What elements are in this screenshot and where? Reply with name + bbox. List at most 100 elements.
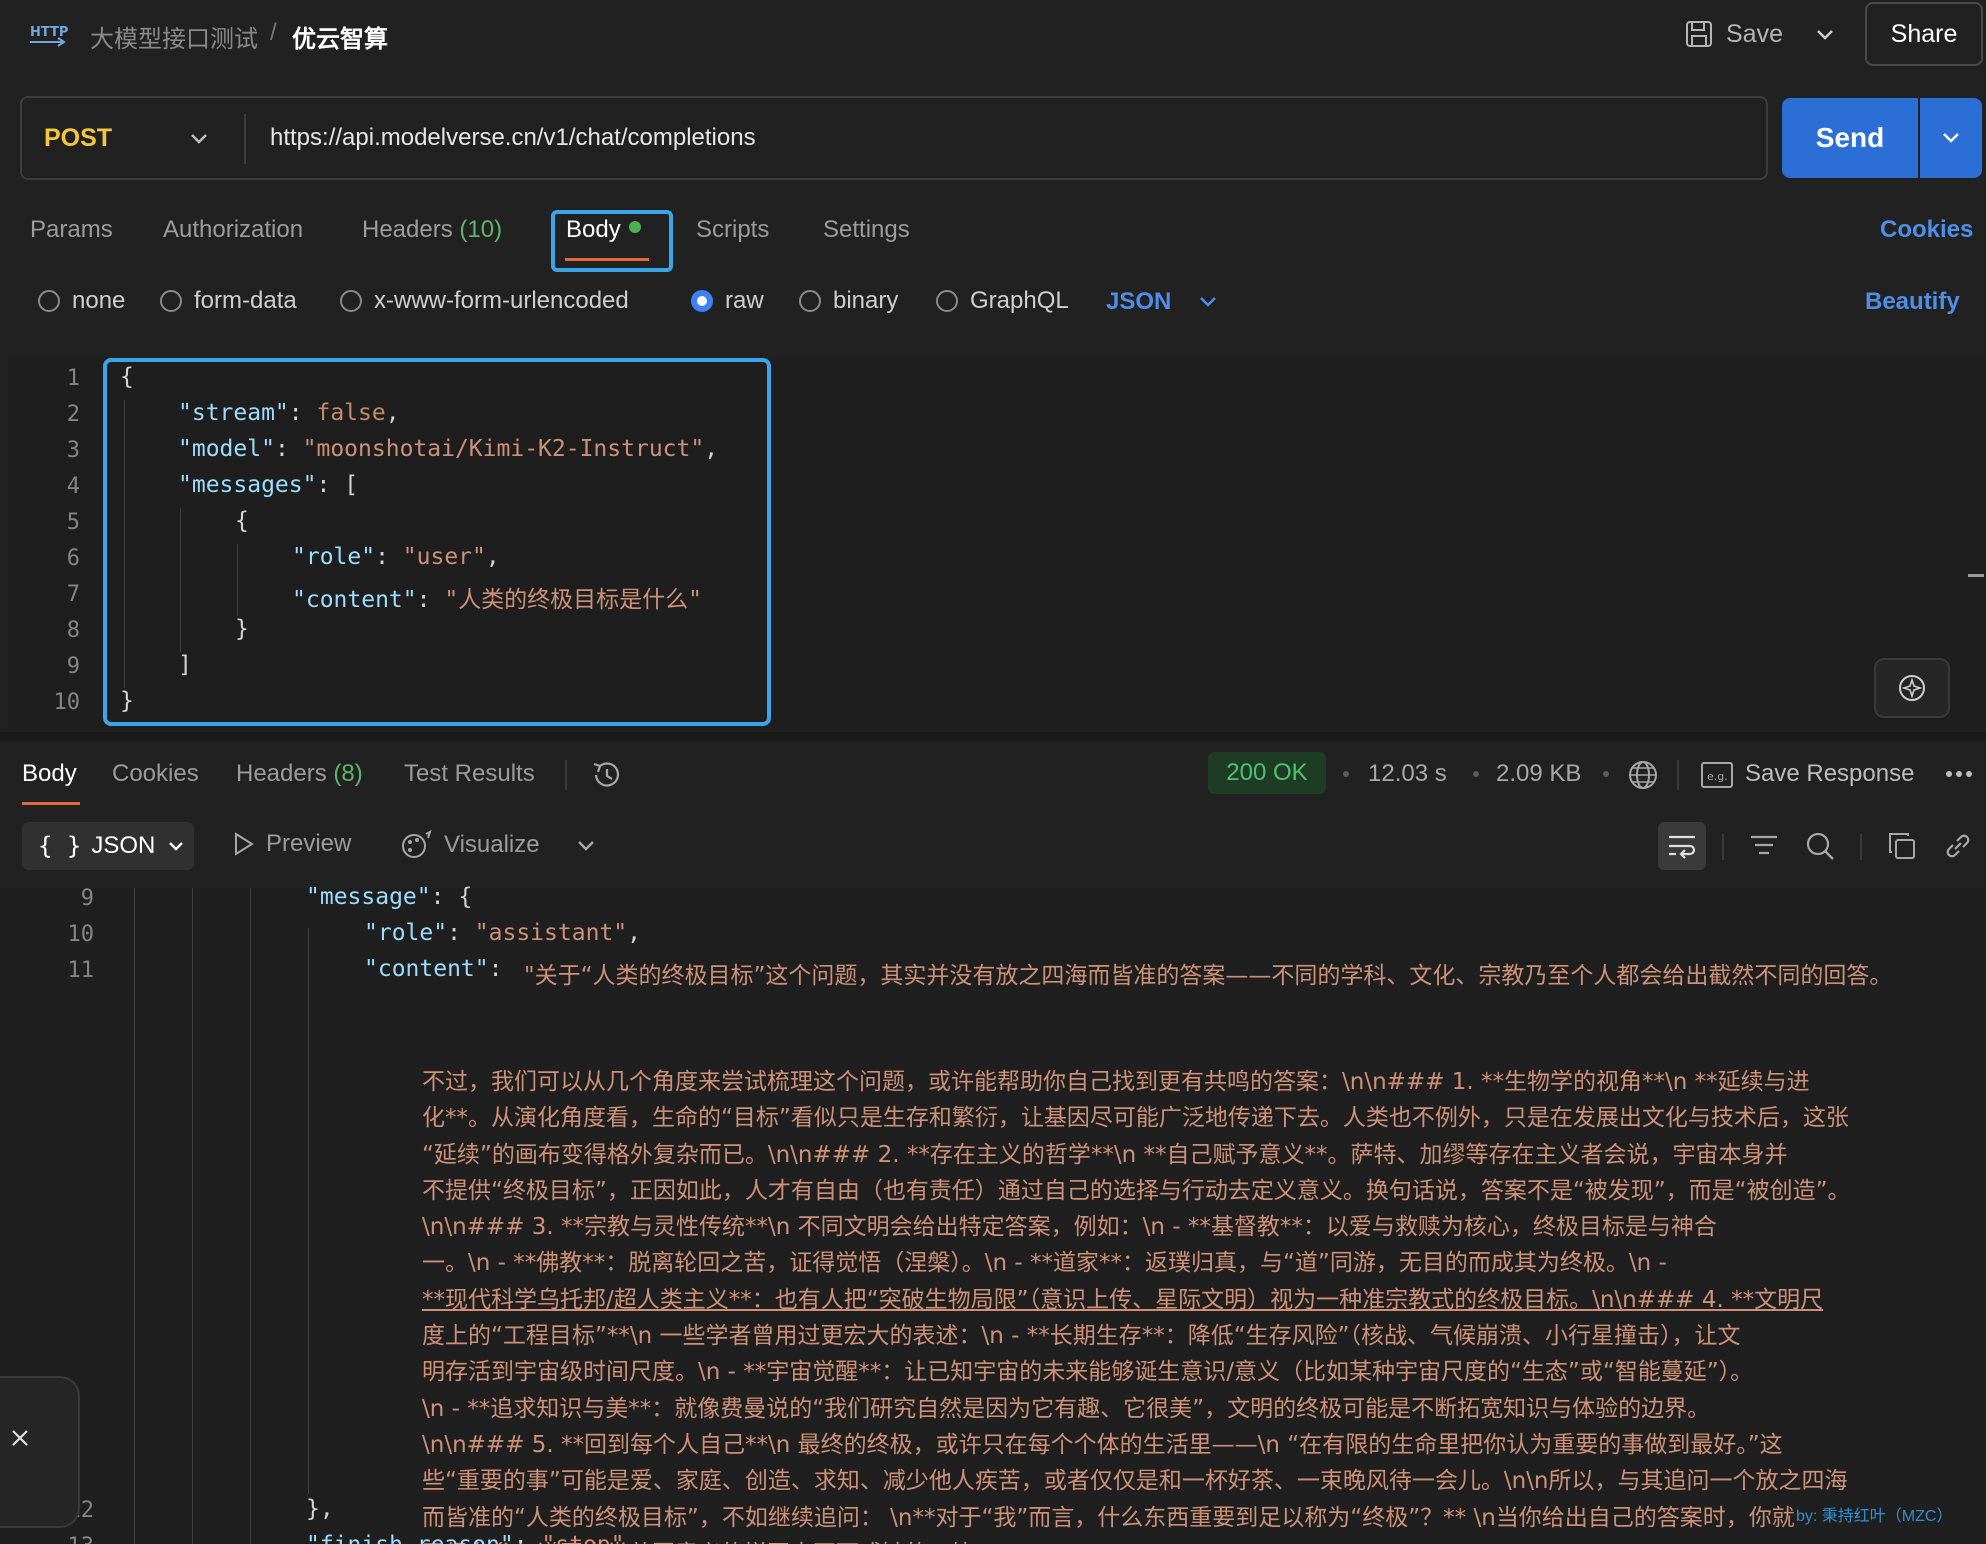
code-line: "content": "人类的终极目标是什么" [292,587,703,613]
watermark-signature: by: 秉持红叶（MZC） [1796,1508,1953,1525]
response-tab-body[interactable]: Body [22,760,77,788]
response-time[interactable]: 12.03 s [1368,760,1447,788]
code-punct: [ [344,472,359,498]
chevron-down-icon[interactable] [186,126,212,152]
line-number: 7 [66,582,80,607]
line-number: 9 [80,886,94,911]
radio-binary[interactable]: binary [799,286,898,316]
panel-divider[interactable] [0,732,1986,742]
radio-raw[interactable]: raw [691,286,764,316]
line-number: 9 [66,654,80,679]
code-line: { [235,508,249,534]
response-tab-headers-label: Headers [236,760,327,787]
visualize-button[interactable]: Visualize [400,830,540,860]
line-number: 6 [66,546,80,571]
wrap-lines-button[interactable] [1658,822,1706,870]
link-icon[interactable] [1942,830,1974,862]
code-line: } [235,616,249,642]
beautify-button[interactable]: Beautify [1865,288,1960,316]
tab-headers[interactable]: Headers (10) [362,216,502,244]
code-value: "moonshotai/Kimi-K2-Instruct" [302,436,705,462]
send-options-button[interactable] [1920,98,1982,178]
code-punct: { [235,508,249,534]
indent-guide [308,928,309,1494]
save-label: Save [1726,19,1783,48]
globe-icon[interactable] [1626,758,1660,792]
send-button[interactable]: Send [1782,98,1918,178]
breadcrumb-current[interactable]: 优云智算 [292,19,388,54]
share-button[interactable]: Share [1865,2,1983,66]
more-options-icon[interactable] [1944,768,1974,780]
play-icon [235,832,254,856]
radio-x-www-form-urlencoded[interactable]: x-www-form-urlencoded [340,286,629,316]
code-key: "model" [178,436,275,462]
radio-label: none [72,287,126,314]
divider [1860,834,1862,860]
history-icon[interactable] [590,758,624,792]
code-line: "content": [364,956,517,982]
breadcrumb-separator: / [270,19,277,46]
content-line: 明存活到宇宙级时间尺度。\n - **宇宙觉醒**：让已知宇宙的未来能够诞生意识… [422,1359,1754,1386]
ai-assist-button[interactable] [1874,658,1950,718]
code-key: "role" [292,544,376,570]
code-line: "message": { [306,884,473,910]
chevron-down-icon[interactable] [1196,290,1220,314]
status-badge[interactable]: 200 OK [1208,752,1326,794]
divider [244,114,246,164]
code-punct: { [120,364,134,390]
response-tab-test-results[interactable]: Test Results [404,760,535,788]
line-number: 1 [66,366,80,391]
chevron-down-icon[interactable] [574,834,598,858]
breadcrumb-parent[interactable]: 大模型接口测试 [90,19,258,54]
tab-body-label: Body [566,216,621,243]
code-punct: } [120,688,134,714]
response-format-select[interactable]: { } JSON [22,822,194,870]
save-button[interactable]: Save [1684,16,1783,52]
cookies-link[interactable]: Cookies [1880,216,1973,244]
content-line: 一。\n - **佛教**：脱离轮回之苦，证得觉悟（涅槃）。\n - **道家*… [422,1250,1667,1277]
tab-settings[interactable]: Settings [823,216,910,244]
visualize-label: Visualize [444,831,540,858]
tab-scripts[interactable]: Scripts [696,216,769,244]
content-line: 不过，我们可以从几个角度来尝试梳理这个问题，或许能帮助你自己找到更有共鸣的答案：… [422,1069,1810,1095]
radio-label: binary [833,287,899,314]
top-bar: HTTP 大模型接口测试 / 优云智算 Save Share [0,0,1986,68]
response-size[interactable]: 2.09 KB [1496,760,1581,788]
code-value: "user" [402,544,486,570]
method-select[interactable]: POST [44,124,112,153]
dot-separator [1603,771,1609,777]
preview-button[interactable]: Preview [230,830,351,858]
search-icon[interactable] [1804,830,1836,862]
radio-graphql[interactable]: GraphQL [936,286,1069,316]
indent-guide [192,888,193,1544]
tab-params[interactable]: Params [30,216,113,244]
filter-icon[interactable] [1748,830,1780,862]
active-tab-underline [22,802,80,805]
response-tab-cookies[interactable]: Cookies [112,760,199,788]
url-input[interactable]: https://api.modelverse.cn/v1/chat/comple… [270,124,756,152]
tab-authorization[interactable]: Authorization [163,216,303,244]
chevron-down-icon[interactable] [1810,20,1840,50]
indent-guide [124,400,125,688]
radio-none[interactable]: none [38,286,125,316]
copy-icon[interactable] [1886,830,1918,862]
code-punct: }, [306,1496,334,1522]
save-icon [1686,21,1712,47]
http-icon: HTTP [30,25,68,47]
line-number: 2 [66,402,80,427]
indent-guide [237,544,238,616]
radio-form-data[interactable]: form-data [160,286,297,316]
scrollbar-marker [1968,574,1984,577]
content-line: \n\n### 3. **宗教与灵性传统**\n 不同文明会给出特定答案，例如：… [422,1214,1717,1241]
divider [1677,760,1679,790]
response-format-label: JSON [91,832,156,859]
response-tab-headers[interactable]: Headers (8) [236,760,363,788]
tab-body[interactable]: Body [566,216,641,244]
collapsed-side-panel[interactable] [0,1376,80,1528]
code-line: "stream": false, [178,400,400,426]
save-response-button[interactable]: Save Response [1745,760,1914,788]
divider [1722,834,1724,860]
sparkle-icon [1899,675,1925,701]
close-icon[interactable] [8,1426,32,1450]
raw-format-select[interactable]: JSON [1106,288,1171,316]
